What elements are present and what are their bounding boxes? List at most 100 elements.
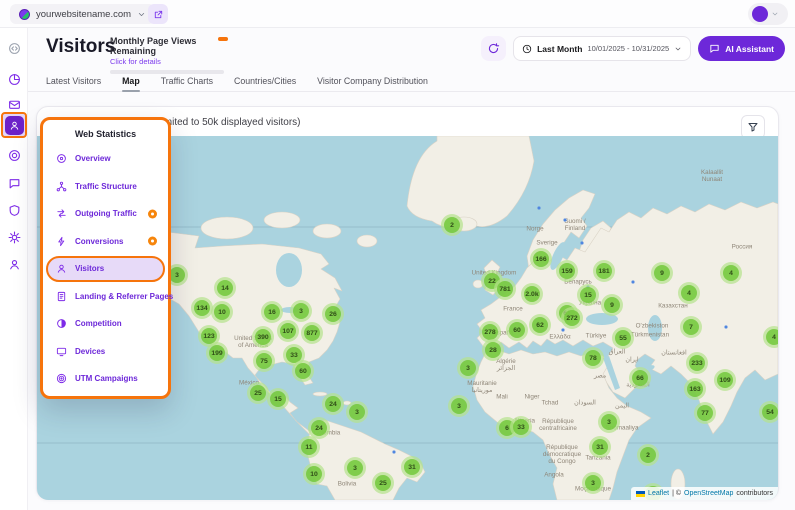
visitor-cluster-3[interactable]: 3 (598, 411, 620, 433)
rail-item-chat[interactable] (0, 172, 28, 194)
page-title: Visitors (46, 36, 115, 58)
visitor-cluster-390[interactable]: 390 (252, 326, 274, 348)
menu-item-overview[interactable]: Overview (43, 145, 168, 173)
tab-map[interactable]: Map (122, 70, 140, 92)
rail-item-gear[interactable] (0, 226, 28, 248)
visitor-cluster-3[interactable]: 3 (290, 300, 312, 322)
cluster-count: 877 (304, 325, 320, 341)
visitor-cluster-28[interactable]: 28 (482, 339, 504, 361)
visitor-cluster-272[interactable]: 272 (561, 307, 583, 329)
visitor-cluster-24[interactable]: 24 (322, 393, 344, 415)
user-menu[interactable] (748, 3, 788, 25)
visitor-cluster-166[interactable]: 166 (530, 248, 552, 270)
visitor-cluster-109[interactable]: 109 (714, 369, 736, 391)
visitor-cluster-4[interactable]: 4 (720, 262, 742, 284)
visitor-cluster-60[interactable]: 60 (292, 360, 314, 382)
menu-item-visitors[interactable]: Visitors (43, 255, 168, 283)
visitor-cluster-2[interactable]: 2 (637, 444, 659, 466)
visitor-cluster-77[interactable]: 77 (694, 402, 716, 424)
tab-traffic-charts[interactable]: Traffic Charts (161, 70, 213, 92)
visitor-cluster-31[interactable]: 31 (589, 436, 611, 458)
visitor-cluster-3[interactable]: 3 (344, 457, 366, 479)
cluster-count: 78 (585, 350, 601, 366)
cluster-count: 166 (533, 251, 549, 267)
conversions-icon (56, 236, 67, 247)
visitor-cluster-16[interactable]: 16 (261, 301, 283, 323)
menu-item-competition[interactable]: Competition (43, 310, 168, 338)
menu-item-traffic-structure[interactable]: Traffic Structure (43, 173, 168, 201)
cluster-count: 272 (564, 310, 580, 326)
visitor-cluster-4[interactable]: 4 (763, 326, 778, 348)
menu-item-utm-campaigns[interactable]: UTM Campaigns (43, 365, 168, 393)
visitor-cluster-3[interactable]: 3 (448, 395, 470, 417)
visitor-cluster-55[interactable]: 55 (612, 327, 634, 349)
quota-widget[interactable]: Monthly Page Views Remaining Click for d… (110, 36, 232, 74)
visitor-cluster-54[interactable]: 54 (759, 401, 778, 423)
visitor-cluster-15[interactable]: 15 (577, 284, 599, 306)
rail-item-dashboard[interactable] (0, 68, 28, 90)
visitor-cluster-26[interactable]: 26 (322, 303, 344, 325)
rail-item-user[interactable] (0, 253, 28, 275)
visitor-cluster-62[interactable]: 62 (529, 314, 551, 336)
visitor-cluster-78[interactable]: 78 (582, 347, 604, 369)
cluster-count: 77 (697, 405, 713, 421)
site-selector[interactable]: yourwebsitename.com (10, 4, 155, 24)
visitor-cluster-877[interactable]: 877 (301, 322, 323, 344)
cluster-count: 3 (347, 460, 363, 476)
visitor-cluster-25[interactable]: 25 (247, 382, 269, 404)
visitor-cluster-781[interactable]: 781 (494, 278, 516, 300)
visitor-cluster-31[interactable]: 31 (401, 456, 423, 478)
visitor-cluster-7[interactable]: 7 (680, 316, 702, 338)
tab-latest-visitors[interactable]: Latest Visitors (46, 70, 101, 92)
rail-item-target[interactable] (0, 144, 28, 166)
menu-item-conversions[interactable]: Conversions (43, 228, 168, 256)
menu-item-devices[interactable]: Devices (43, 338, 168, 366)
refresh-button[interactable] (481, 36, 506, 61)
visitor-cluster-10[interactable]: 10 (303, 463, 325, 485)
rail-item-web-statistics[interactable] (5, 116, 24, 135)
visitor-cluster-199[interactable]: 199 (206, 342, 228, 364)
clock-icon (522, 44, 532, 54)
visitor-cluster-14[interactable]: 14 (214, 277, 236, 299)
menu-item-label: Landing & Referrer Pages (75, 292, 173, 301)
cluster-count: 3 (349, 404, 365, 420)
visitor-cluster-75[interactable]: 75 (253, 350, 275, 372)
visitor-cluster-66[interactable]: 66 (629, 367, 651, 389)
cluster-count: 33 (513, 419, 529, 435)
visitor-cluster-233[interactable]: 233 (686, 352, 708, 374)
date-range-selector[interactable]: Last Month 10/01/2025 - 10/31/2025 (513, 36, 691, 61)
leaflet-link[interactable]: Leaflet (648, 490, 669, 497)
visitor-cluster-60[interactable]: 60 (506, 319, 528, 341)
cluster-count: 233 (689, 355, 705, 371)
rail-item-toggle-sidebar[interactable] (0, 37, 28, 59)
rail-item-shield[interactable] (0, 199, 28, 221)
visitor-cluster-2.0k[interactable]: 2.0k (521, 283, 543, 305)
visitor-cluster-11[interactable]: 11 (298, 436, 320, 458)
menu-item-landing-referrer-pages[interactable]: Landing & Referrer Pages (43, 283, 168, 311)
visitor-cluster-3[interactable]: 3 (457, 357, 479, 379)
visitor-cluster-3[interactable]: 3 (582, 472, 604, 494)
visitor-cluster-10[interactable]: 10 (211, 301, 233, 323)
visitor-cluster-159[interactable]: 159 (556, 260, 578, 282)
visitor-cluster-9[interactable]: 9 (651, 262, 673, 284)
osm-link[interactable]: OpenStreetMap (684, 490, 733, 497)
visitor-cluster-107[interactable]: 107 (277, 320, 299, 342)
menu-item-outgoing-traffic[interactable]: Outgoing Traffic (43, 200, 168, 228)
visitor-cluster-33[interactable]: 33 (510, 416, 532, 438)
visitor-cluster-9[interactable]: 9 (601, 294, 623, 316)
tab-countries-cities[interactable]: Countries/Cities (234, 70, 296, 92)
visitor-cluster-15[interactable]: 15 (267, 388, 289, 410)
visitor-cluster-3[interactable]: 3 (346, 401, 368, 423)
ukraine-flag-icon (636, 491, 645, 497)
share-button[interactable] (148, 4, 168, 24)
visitor-cluster-181[interactable]: 181 (593, 260, 615, 282)
cluster-count: 2.0k (524, 286, 540, 302)
visitor-cluster-2[interactable]: 2 (441, 214, 463, 236)
ai-assistant-button[interactable]: AI Assistant (698, 36, 785, 61)
visitor-cluster-163[interactable]: 163 (684, 378, 706, 400)
visitor-cluster-134[interactable]: 134 (191, 297, 213, 319)
visitor-cluster-25[interactable]: 25 (372, 472, 394, 494)
quota-details-link[interactable]: Click for details (110, 57, 232, 66)
visitor-cluster-4[interactable]: 4 (678, 282, 700, 304)
tab-visitor-company-distribution[interactable]: Visitor Company Distribution (317, 70, 428, 92)
